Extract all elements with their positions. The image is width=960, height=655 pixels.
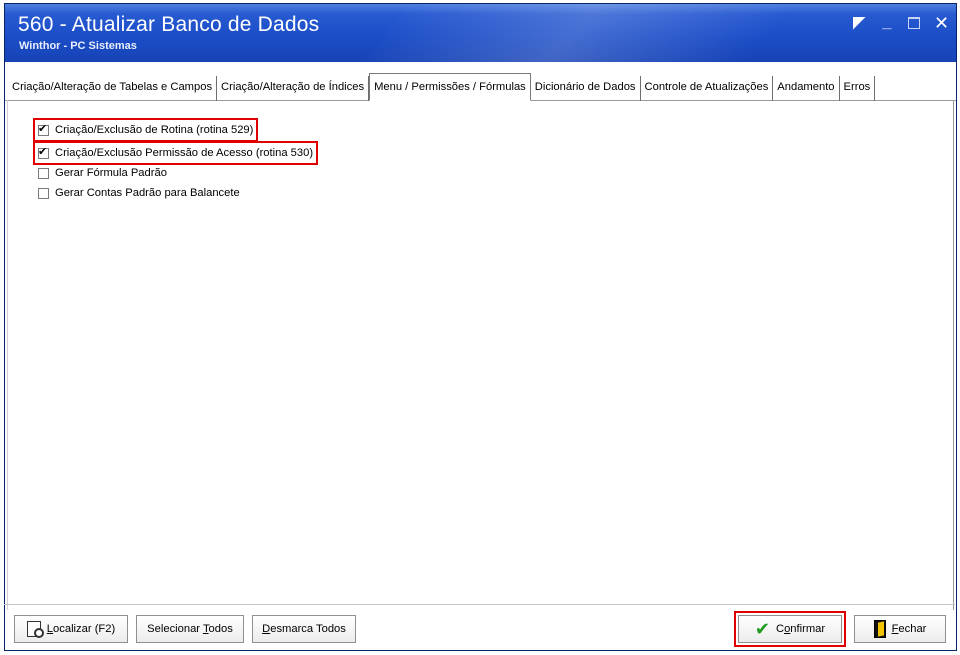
checkbox[interactable]: ✔ xyxy=(38,122,49,136)
close-icon[interactable]: ✕ xyxy=(934,14,949,32)
accelerator-key: D xyxy=(262,623,271,635)
option-permissao-acesso[interactable]: ✔ Criação/Exclusão Permissão de Acesso (… xyxy=(32,141,319,165)
checkbox[interactable]: ✔ xyxy=(38,145,49,159)
window-title: 560 - Atualizar Banco de Dados xyxy=(18,13,320,36)
option-label: Gerar Fórmula Padrão xyxy=(55,167,167,179)
app-window: 560 - Atualizar Banco de Dados Winthor -… xyxy=(4,3,957,651)
restore-icon[interactable] xyxy=(853,16,866,30)
option-gerar-formula[interactable]: Gerar Fórmula Padrão xyxy=(35,163,170,183)
tab-indices[interactable]: Criação/Alteração de Índices xyxy=(217,76,370,101)
tab-andamento[interactable]: Andamento xyxy=(773,76,840,101)
label-part: esmarca Todos xyxy=(270,623,346,635)
title-bar-sheen xyxy=(342,4,848,62)
localizar-label: Localizar (F2) xyxy=(47,623,115,635)
option-criacao-rotina[interactable]: ✔ Criação/Exclusão de Rotina (rotina 529… xyxy=(32,118,259,142)
label-part: ocalizar (F2) xyxy=(53,623,116,635)
selecionar-label: Selecionar Todos xyxy=(147,623,233,635)
tab-tabelas-campos[interactable]: Criação/Alteração de Tabelas e Campos xyxy=(8,76,218,101)
selecionar-todos-button[interactable]: Selecionar Todos xyxy=(136,615,244,643)
option-label: Gerar Contas Padrão para Balancete xyxy=(55,187,240,199)
minimize-icon[interactable]: _ xyxy=(880,15,894,31)
fechar-button[interactable]: Fechar xyxy=(854,615,946,643)
check-mark-icon: ✔ xyxy=(38,145,48,158)
window-subtitle: Winthor - PC Sistemas xyxy=(19,40,137,52)
label-part: echar xyxy=(898,623,927,635)
label-part: odos xyxy=(208,623,233,635)
label-part: nfirmar xyxy=(790,623,826,635)
tab-menu-permissoes-formulas[interactable]: Menu / Permissões / Fórmulas xyxy=(369,73,531,101)
exit-door-icon xyxy=(873,620,886,638)
checkbox[interactable] xyxy=(38,167,49,179)
window-controls: _ ✕ xyxy=(853,14,949,32)
localizar-button[interactable]: Localizar (F2) xyxy=(14,615,128,643)
tab-dicionario-dados[interactable]: Dicionário de Dados xyxy=(531,76,641,101)
check-icon: ✔ xyxy=(754,619,770,639)
tab-bar: Criação/Alteração de Tabelas e Campos Cr… xyxy=(5,67,956,101)
tab-list: Criação/Alteração de Tabelas e Campos Cr… xyxy=(8,73,876,101)
fechar-label: Fechar xyxy=(892,623,927,635)
tab-erros[interactable]: Erros xyxy=(840,76,876,101)
confirmar-label: Confirmar xyxy=(776,623,825,635)
desmarca-todos-button[interactable]: Desmarca Todos xyxy=(252,615,356,643)
bottom-toolbar: Localizar (F2) Selecionar Todos Desmarca… xyxy=(4,604,955,647)
label-part: C xyxy=(775,623,785,635)
tab-controle-atualizacoes[interactable]: Controle de Atualizações xyxy=(641,76,774,101)
label-part: Selecionar xyxy=(147,623,203,635)
check-mark-icon: ✔ xyxy=(38,122,48,135)
confirmar-button[interactable]: ✔ Confirmar xyxy=(734,611,846,647)
option-label: Criação/Exclusão Permissão de Acesso (ro… xyxy=(55,147,314,159)
search-icon xyxy=(26,621,44,638)
title-bar[interactable]: 560 - Atualizar Banco de Dados Winthor -… xyxy=(5,4,956,62)
option-label: Criação/Exclusão de Rotina (rotina 529) xyxy=(55,124,254,136)
options-list: ✔ Criação/Exclusão de Rotina (rotina 529… xyxy=(32,118,319,203)
maximize-icon[interactable] xyxy=(908,17,920,29)
option-gerar-contas[interactable]: Gerar Contas Padrão para Balancete xyxy=(35,183,243,203)
checkbox[interactable] xyxy=(38,187,49,199)
desmarca-label: Desmarca Todos xyxy=(262,623,346,635)
